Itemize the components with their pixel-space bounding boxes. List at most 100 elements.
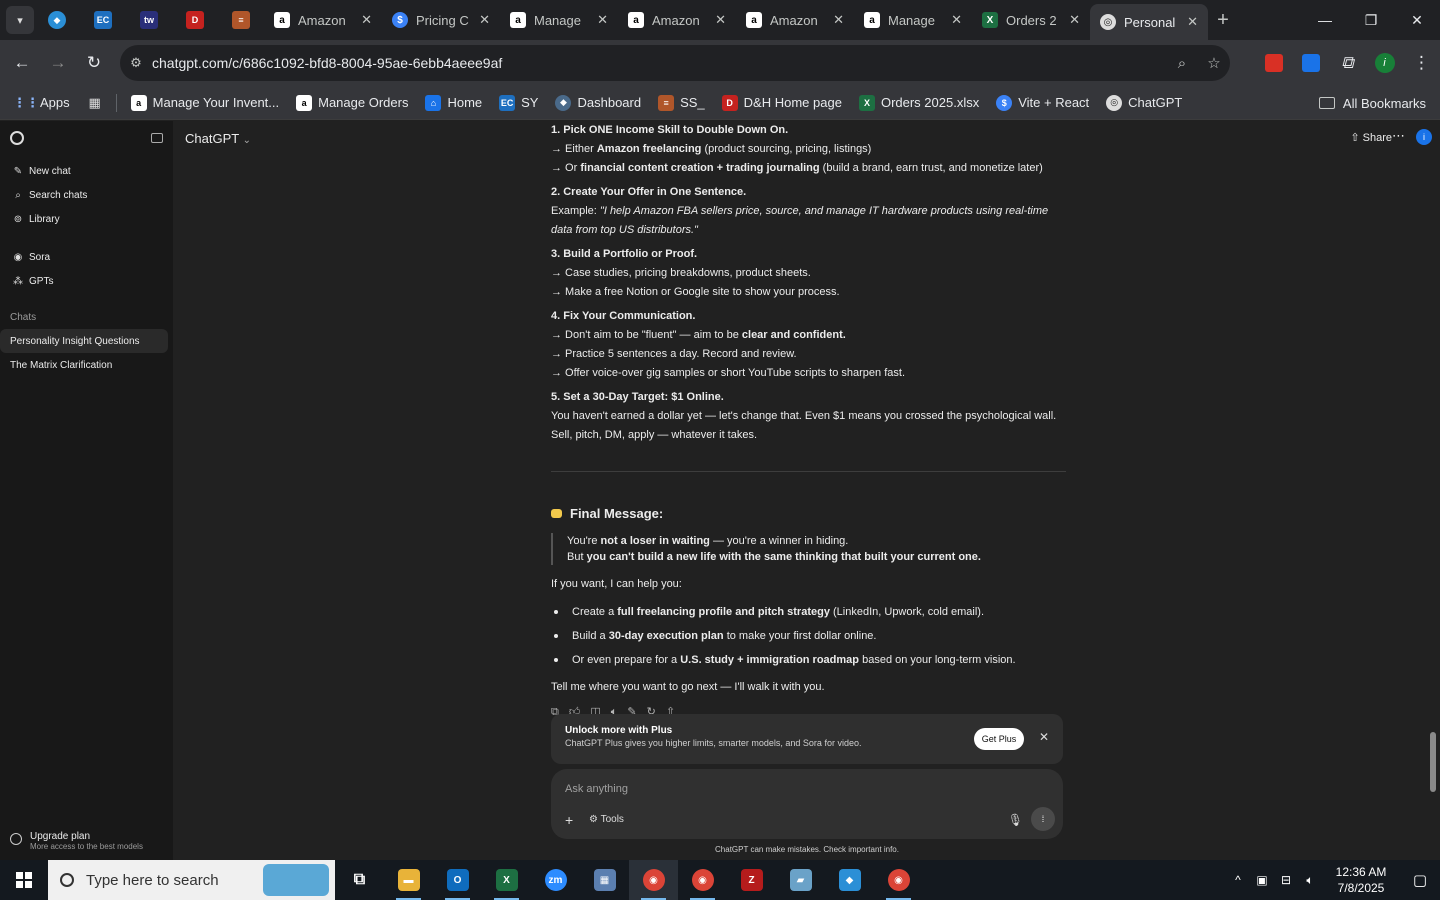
taskbar-app[interactable]: ▬: [384, 860, 433, 900]
browser-tab[interactable]: $ Pricing C ✕: [382, 0, 500, 40]
tab-title: Amazon: [298, 12, 346, 28]
browser-tab[interactable]: a Amazon ✕: [618, 0, 736, 40]
bookmark-apps[interactable]: ⋮⋮ Apps: [13, 95, 70, 111]
restore-icon[interactable]: ❐: [1348, 0, 1394, 40]
scrollbar[interactable]: [1429, 129, 1437, 801]
taskbar-app[interactable]: ◉: [629, 860, 678, 900]
taskbar-app[interactable]: X: [482, 860, 531, 900]
get-plus-button[interactable]: Get Plus: [974, 728, 1024, 750]
browser-tab[interactable]: a Amazon ✕: [736, 0, 854, 40]
sidebar-chat-item[interactable]: The Matrix Clarification: [0, 353, 168, 377]
tray-app-icon[interactable]: ▣: [1250, 873, 1274, 887]
close-window-icon[interactable]: ✕: [1394, 0, 1440, 40]
browser-tab[interactable]: a Amazon ✕: [264, 0, 382, 40]
chevron-up-icon[interactable]: ^: [1226, 873, 1250, 887]
pinned-tab[interactable]: ≡: [218, 0, 264, 40]
pinned-tab[interactable]: EC: [80, 0, 126, 40]
taskbar-app[interactable]: ◉: [678, 860, 727, 900]
sidebar-item-sora[interactable]: ◉ Sora: [0, 245, 173, 269]
bookmark-item[interactable]: a Manage Your Invent...: [130, 94, 279, 111]
pinned-tab[interactable]: ◆: [34, 0, 80, 40]
tools-button[interactable]: ⚙ Tools: [589, 814, 624, 825]
taskbar-app[interactable]: ▰: [776, 860, 825, 900]
reload-icon[interactable]: ↻: [76, 53, 112, 73]
taskbar-app[interactable]: zm: [531, 860, 580, 900]
extension-button[interactable]: [1292, 54, 1329, 72]
ec-icon: EC: [499, 94, 516, 111]
scrollbar-thumb[interactable]: [1430, 732, 1436, 792]
back-arrow-icon[interactable]: ←: [4, 53, 40, 73]
pinned-tab[interactable]: tw: [126, 0, 172, 40]
close-icon[interactable]: ✕: [597, 12, 608, 28]
browser-tab[interactable]: X Orders 2 ✕: [972, 0, 1090, 40]
start-button[interactable]: [0, 860, 48, 900]
new-tab-button[interactable]: +: [1208, 9, 1238, 32]
taskbar-search[interactable]: Type here to search: [48, 860, 335, 900]
network-icon[interactable]: ⊟: [1274, 873, 1298, 887]
bookmark-item[interactable]: ⌂ Home: [425, 94, 482, 111]
close-icon[interactable]: ✕: [479, 12, 490, 28]
browser-tab[interactable]: a Manage ✕: [854, 0, 972, 40]
close-icon[interactable]: ✕: [715, 12, 726, 28]
browser-tab-active[interactable]: ◎ Personal ✕: [1090, 4, 1208, 40]
bookmark-item[interactable]: EC SY: [499, 94, 538, 111]
close-icon[interactable]: ✕: [1069, 12, 1080, 28]
all-bookmarks-label: All Bookmarks: [1342, 95, 1426, 111]
pinned-tab[interactable]: D: [172, 0, 218, 40]
browser-tab[interactable]: a Manage ✕: [500, 0, 618, 40]
sidebar-item-library[interactable]: ⊚ Library: [0, 207, 173, 231]
text: Tell me where you want to go next — I'll…: [551, 681, 825, 693]
bookmark-item[interactable]: $ Vite + React: [996, 94, 1089, 111]
clock[interactable]: 12:36 AM 7/8/2025: [1322, 864, 1400, 896]
close-icon[interactable]: ✕: [951, 12, 962, 28]
all-bookmarks[interactable]: All Bookmarks: [1318, 86, 1426, 120]
taskbar-app[interactable]: O: [433, 860, 482, 900]
taskbar-app[interactable]: Z: [727, 860, 776, 900]
notifications-icon[interactable]: ▢: [1400, 871, 1440, 889]
url-text[interactable]: chatgpt.com/c/686c1092-bfd8-8004-95ae-6e…: [152, 55, 1166, 71]
sidebar-item-new-chat[interactable]: ✎ New chat: [0, 159, 173, 183]
extension-button[interactable]: [1255, 54, 1292, 72]
sidebar-item-gpts[interactable]: ⁂ GPTs: [0, 269, 173, 293]
search-highlight-image: [263, 864, 329, 896]
profile-button[interactable]: i: [1366, 53, 1403, 73]
taskbar-app[interactable]: ▦: [580, 860, 629, 900]
plus-icon[interactable]: +: [565, 812, 573, 828]
openai-logo-icon[interactable]: [10, 131, 24, 145]
forward-arrow-icon[interactable]: →: [40, 53, 76, 73]
sidebar-chat-item[interactable]: Personality Insight Questions: [0, 329, 168, 353]
close-icon[interactable]: ✕: [1039, 730, 1049, 744]
bookmark-item[interactable]: ◎ ChatGPT: [1106, 94, 1182, 111]
menu-button[interactable]: ⋮: [1403, 53, 1440, 73]
tab-search-button[interactable]: ▾: [6, 6, 34, 34]
address-bar[interactable]: ⚙ chatgpt.com/c/686c1092-bfd8-8004-95ae-…: [120, 45, 1230, 81]
bookmark-item[interactable]: a Manage Orders: [296, 94, 408, 111]
close-sidebar-icon[interactable]: [151, 133, 163, 143]
extensions-button[interactable]: ⧉: [1329, 53, 1366, 73]
zoom-icon[interactable]: ⌕: [1166, 55, 1198, 72]
bookmark-item[interactable]: X Orders 2025.xlsx: [858, 94, 979, 111]
star-icon[interactable]: ☆: [1198, 54, 1230, 72]
taskbar-app[interactable]: ◉: [874, 860, 923, 900]
voice-mode-button[interactable]: ⁞: [1031, 807, 1055, 831]
microphone-icon[interactable]: 🎙︎: [1008, 813, 1023, 827]
bookmark-item[interactable]: ≡ SS_: [658, 94, 705, 111]
site-info-icon[interactable]: ⚙: [120, 55, 152, 71]
volume-icon[interactable]: 🔈︎: [1298, 873, 1322, 888]
bookmark-item[interactable]: D D&H Home page: [721, 94, 842, 111]
close-icon[interactable]: ✕: [361, 12, 372, 28]
sidebar-item-search[interactable]: ⌕ Search chats: [0, 183, 173, 207]
task-view-button[interactable]: ⧉: [335, 860, 384, 900]
close-icon[interactable]: ✕: [1187, 14, 1198, 30]
model-selector[interactable]: ChatGPT ⌄: [185, 131, 251, 146]
close-icon[interactable]: ✕: [833, 12, 844, 28]
bookmark-item[interactable]: ◆ Dashboard: [555, 94, 641, 111]
prompt-input[interactable]: Ask anything: [565, 783, 628, 795]
bookmark-grid[interactable]: ▦: [87, 95, 103, 111]
pencil-icon: ✎: [13, 165, 23, 177]
taskbar-app[interactable]: ◆: [825, 860, 874, 900]
minimize-icon[interactable]: —: [1302, 0, 1348, 40]
upgrade-plan-button[interactable]: Upgrade plan More access to the best mod…: [10, 831, 143, 851]
more-options-icon[interactable]: ⋯: [1392, 128, 1405, 144]
share-button[interactable]: ⇧ Share: [1350, 131, 1392, 144]
